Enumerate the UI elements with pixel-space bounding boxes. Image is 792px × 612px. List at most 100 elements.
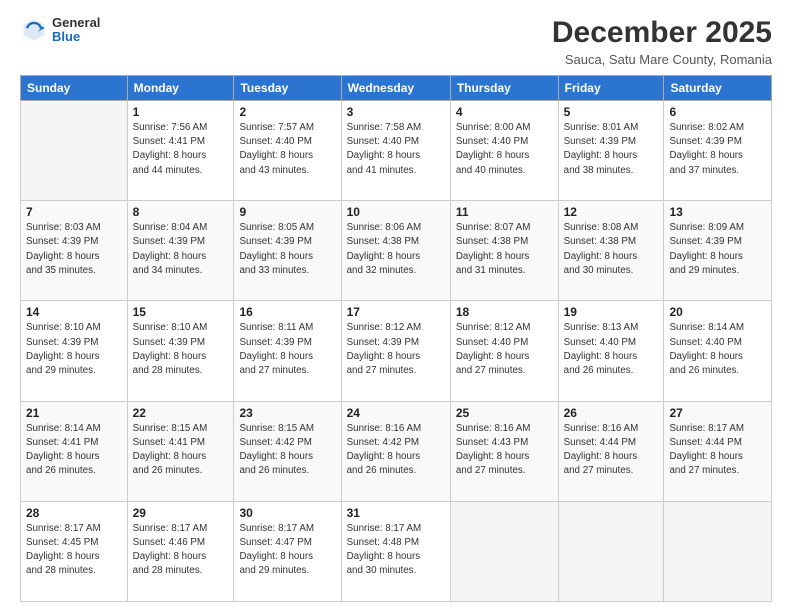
- calendar-cell: 21 Sunrise: 8:14 AM Sunset: 4:41 PM Dayli…: [21, 401, 128, 501]
- day-info: Sunrise: 8:14 AM Sunset: 4:40 PM Dayligh…: [669, 321, 766, 378]
- day-number: 9: [239, 205, 335, 219]
- day-number: 18: [456, 305, 553, 319]
- day-info: Sunrise: 8:15 AM Sunset: 4:41 PM Dayligh…: [133, 422, 229, 479]
- calendar-cell: 20 Sunrise: 8:14 AM Sunset: 4:40 PM Dayli…: [664, 301, 772, 401]
- calendar-cell: 16Sunrise: 8:11 AM Sunset: 4:39 PM Dayli…: [234, 301, 341, 401]
- calendar-cell: 13 Sunrise: 8:09 AM Sunset: 4:39 PM Dayli…: [664, 201, 772, 301]
- day-info: Sunrise: 8:00 AM Sunset: 4:40 PM Dayligh…: [456, 121, 553, 178]
- calendar-cell: 27 Sunrise: 8:17 AM Sunset: 4:44 PM Dayli…: [664, 401, 772, 501]
- day-number: 25: [456, 406, 553, 420]
- day-info: Sunrise: 8:14 AM Sunset: 4:41 PM Dayligh…: [26, 422, 122, 479]
- calendar-cell: 12 Sunrise: 8:08 AM Sunset: 4:38 PM Dayli…: [558, 201, 664, 301]
- day-info: Sunrise: 8:16 AM Sunset: 4:42 PM Dayligh…: [347, 422, 445, 479]
- day-info: Sunrise: 8:10 AM Sunset: 4:39 PM Dayligh…: [133, 321, 229, 378]
- day-info: Sunrise: 8:07 AM Sunset: 4:38 PM Dayligh…: [456, 221, 553, 278]
- day-info: Sunrise: 8:08 AM Sunset: 4:38 PM Dayligh…: [564, 221, 659, 278]
- day-number: 15: [133, 305, 229, 319]
- day-number: 29: [133, 506, 229, 520]
- day-info: Sunrise: 8:17 AM Sunset: 4:44 PM Dayligh…: [669, 422, 766, 479]
- day-info: Sunrise: 8:13 AM Sunset: 4:40 PM Dayligh…: [564, 321, 659, 378]
- day-number: 8: [133, 205, 229, 219]
- day-number: 10: [347, 205, 445, 219]
- day-number: 19: [564, 305, 659, 319]
- calendar-cell: 10 Sunrise: 8:06 AM Sunset: 4:38 PM Dayli…: [341, 201, 450, 301]
- day-info: Sunrise: 8:06 AM Sunset: 4:38 PM Dayligh…: [347, 221, 445, 278]
- calendar-cell: 5 Sunrise: 8:01 AM Sunset: 4:39 PM Daylig…: [558, 101, 664, 201]
- day-number: 11: [456, 205, 553, 219]
- day-number: 16: [239, 305, 335, 319]
- calendar-cell: 23Sunrise: 8:15 AM Sunset: 4:42 PM Dayli…: [234, 401, 341, 501]
- weekday-header-row: SundayMondayTuesdayWednesdayThursdayFrid…: [21, 76, 772, 101]
- calendar-cell: 2Sunrise: 7:57 AM Sunset: 4:40 PM Daylig…: [234, 101, 341, 201]
- day-number: 20: [669, 305, 766, 319]
- day-info: Sunrise: 8:17 AM Sunset: 4:45 PM Dayligh…: [26, 522, 122, 579]
- calendar-cell: 7Sunrise: 8:03 AM Sunset: 4:39 PM Daylig…: [21, 201, 128, 301]
- day-number: 22: [133, 406, 229, 420]
- calendar-cell: 17 Sunrise: 8:12 AM Sunset: 4:39 PM Dayli…: [341, 301, 450, 401]
- calendar-week-row: 28 Sunrise: 8:17 AM Sunset: 4:45 PM Dayli…: [21, 501, 772, 601]
- calendar-cell: 1Sunrise: 7:56 AM Sunset: 4:41 PM Daylig…: [127, 101, 234, 201]
- day-number: 6: [669, 105, 766, 119]
- day-info: Sunrise: 8:15 AM Sunset: 4:42 PM Dayligh…: [239, 422, 335, 479]
- logo: General Blue: [20, 16, 100, 45]
- day-number: 7: [26, 205, 122, 219]
- day-number: 13: [669, 205, 766, 219]
- weekday-header-thursday: Thursday: [450, 76, 558, 101]
- day-number: 21: [26, 406, 122, 420]
- day-info: Sunrise: 7:56 AM Sunset: 4:41 PM Dayligh…: [133, 121, 229, 178]
- day-number: 5: [564, 105, 659, 119]
- header: General Blue December 2025 Sauca, Satu M…: [20, 16, 772, 67]
- logo-icon: [20, 16, 48, 44]
- weekday-header-sunday: Sunday: [21, 76, 128, 101]
- day-number: 12: [564, 205, 659, 219]
- calendar-cell: 30Sunrise: 8:17 AM Sunset: 4:47 PM Dayli…: [234, 501, 341, 601]
- day-info: Sunrise: 8:12 AM Sunset: 4:40 PM Dayligh…: [456, 321, 553, 378]
- calendar-cell: 4Sunrise: 8:00 AM Sunset: 4:40 PM Daylig…: [450, 101, 558, 201]
- calendar-week-row: 21 Sunrise: 8:14 AM Sunset: 4:41 PM Dayli…: [21, 401, 772, 501]
- calendar-cell: 15 Sunrise: 8:10 AM Sunset: 4:39 PM Dayli…: [127, 301, 234, 401]
- day-number: 2: [239, 105, 335, 119]
- day-info: Sunrise: 8:17 AM Sunset: 4:47 PM Dayligh…: [239, 522, 335, 579]
- calendar-cell: [558, 501, 664, 601]
- calendar-cell: 6 Sunrise: 8:02 AM Sunset: 4:39 PM Daylig…: [664, 101, 772, 201]
- weekday-header-friday: Friday: [558, 76, 664, 101]
- calendar-cell: 29 Sunrise: 8:17 AM Sunset: 4:46 PM Dayli…: [127, 501, 234, 601]
- day-number: 26: [564, 406, 659, 420]
- day-info: Sunrise: 8:02 AM Sunset: 4:39 PM Dayligh…: [669, 121, 766, 178]
- day-number: 27: [669, 406, 766, 420]
- calendar-table: SundayMondayTuesdayWednesdayThursdayFrid…: [20, 75, 772, 602]
- calendar-cell: 8 Sunrise: 8:04 AM Sunset: 4:39 PM Daylig…: [127, 201, 234, 301]
- day-info: Sunrise: 8:12 AM Sunset: 4:39 PM Dayligh…: [347, 321, 445, 378]
- calendar-cell: [664, 501, 772, 601]
- day-number: 28: [26, 506, 122, 520]
- day-info: Sunrise: 8:16 AM Sunset: 4:43 PM Dayligh…: [456, 422, 553, 479]
- calendar-cell: 24 Sunrise: 8:16 AM Sunset: 4:42 PM Dayli…: [341, 401, 450, 501]
- day-info: Sunrise: 8:17 AM Sunset: 4:46 PM Dayligh…: [133, 522, 229, 579]
- calendar-week-row: 7Sunrise: 8:03 AM Sunset: 4:39 PM Daylig…: [21, 201, 772, 301]
- day-info: Sunrise: 8:04 AM Sunset: 4:39 PM Dayligh…: [133, 221, 229, 278]
- calendar-cell: 26Sunrise: 8:16 AM Sunset: 4:44 PM Dayli…: [558, 401, 664, 501]
- day-number: 31: [347, 506, 445, 520]
- day-number: 24: [347, 406, 445, 420]
- calendar-week-row: 14 Sunrise: 8:10 AM Sunset: 4:39 PM Dayli…: [21, 301, 772, 401]
- day-number: 17: [347, 305, 445, 319]
- calendar-cell: 14Sunrise: 8:10 AM Sunset: 4:39 PM Dayli…: [21, 301, 128, 401]
- calendar-cell: 9 Sunrise: 8:05 AM Sunset: 4:39 PM Daylig…: [234, 201, 341, 301]
- calendar-cell: 11 Sunrise: 8:07 AM Sunset: 4:38 PM Dayli…: [450, 201, 558, 301]
- calendar-cell: 25 Sunrise: 8:16 AM Sunset: 4:43 PM Dayli…: [450, 401, 558, 501]
- day-number: 3: [347, 105, 445, 119]
- calendar-cell: 19 Sunrise: 8:13 AM Sunset: 4:40 PM Dayli…: [558, 301, 664, 401]
- calendar-week-row: 1Sunrise: 7:56 AM Sunset: 4:41 PM Daylig…: [21, 101, 772, 201]
- weekday-header-wednesday: Wednesday: [341, 76, 450, 101]
- location-subtitle: Sauca, Satu Mare County, Romania: [552, 52, 772, 67]
- logo-general: General: [52, 16, 100, 30]
- day-info: Sunrise: 7:58 AM Sunset: 4:40 PM Dayligh…: [347, 121, 445, 178]
- logo-text: General Blue: [52, 16, 100, 45]
- day-info: Sunrise: 8:01 AM Sunset: 4:39 PM Dayligh…: [564, 121, 659, 178]
- page: General Blue December 2025 Sauca, Satu M…: [0, 0, 792, 612]
- calendar-cell: 28 Sunrise: 8:17 AM Sunset: 4:45 PM Dayli…: [21, 501, 128, 601]
- day-info: Sunrise: 8:05 AM Sunset: 4:39 PM Dayligh…: [239, 221, 335, 278]
- month-title: December 2025: [552, 16, 772, 50]
- day-info: Sunrise: 8:09 AM Sunset: 4:39 PM Dayligh…: [669, 221, 766, 278]
- day-number: 14: [26, 305, 122, 319]
